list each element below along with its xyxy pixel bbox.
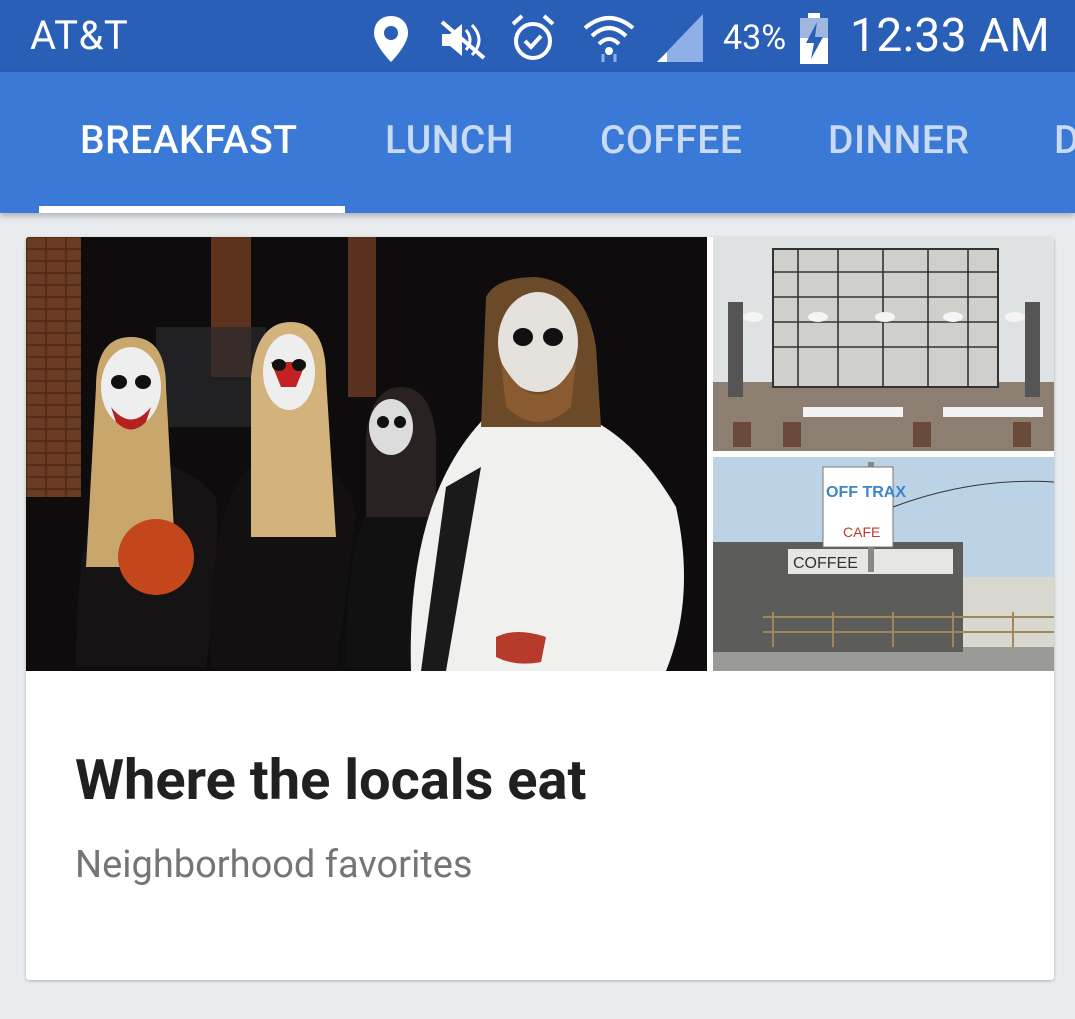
sign-cafe: CAFE [843, 524, 880, 540]
card-title: Where the locals eat [75, 747, 587, 813]
carrier-name: AT&T [30, 12, 129, 59]
battery-charging-icon [800, 13, 828, 64]
tab-breakfast[interactable]: BREAKFAST [80, 117, 298, 163]
alarm-icon [511, 14, 555, 60]
card-subtitle: Neighborhood favorites [75, 843, 473, 887]
list-card[interactable]: COFFEE OFF TRAX CAFE Where the locals ea… [26, 237, 1054, 980]
card-interior-photo [713, 237, 1054, 451]
tab-coffee[interactable]: COFFEE [600, 117, 742, 163]
clock: 12:33 AM [850, 9, 1051, 63]
battery-percent: 43% [723, 18, 787, 58]
signal-icon [657, 14, 703, 62]
mute-icon [440, 20, 486, 60]
location-icon [374, 16, 408, 62]
category-tab-bar: BREAKFAST LUNCH COFFEE DINNER D [0, 72, 1075, 213]
active-tab-indicator [39, 206, 345, 213]
wifi-icon [583, 16, 635, 62]
building-sign-text: COFFEE [793, 555, 858, 572]
status-bar: AT&T 43% 12:33 AM [0, 0, 1075, 72]
tab-partial[interactable]: D [1054, 117, 1075, 163]
card-main-photo [26, 237, 707, 671]
sign-off-trax: OFF TRAX [826, 484, 906, 501]
tab-dinner[interactable]: DINNER [828, 117, 969, 163]
card-exterior-photo: COFFEE OFF TRAX CAFE [713, 457, 1054, 671]
tab-lunch[interactable]: LUNCH [385, 117, 514, 163]
